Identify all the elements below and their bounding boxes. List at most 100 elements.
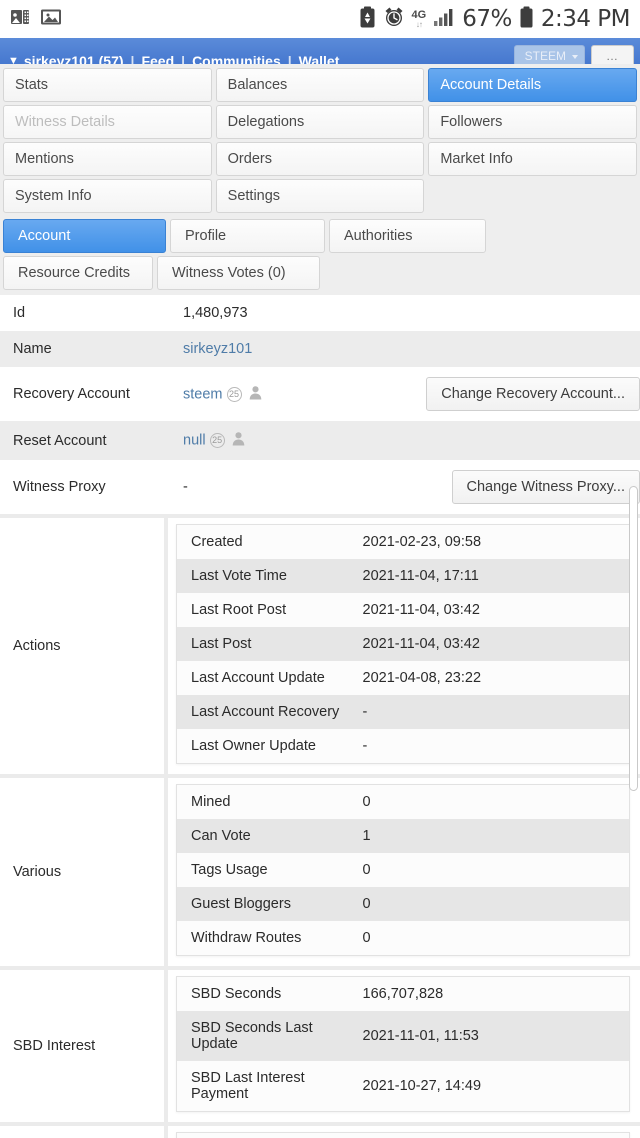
detail-group: Various Mined 0 Can Vote 1 Tags Usage 0 Guest B… bbox=[0, 774, 640, 966]
section-button-balances[interactable]: Balances bbox=[215, 68, 425, 102]
value-text: - bbox=[183, 479, 188, 495]
tab-account[interactable]: Account bbox=[3, 219, 166, 253]
table-row: Withdraw Routes 0 bbox=[176, 921, 630, 956]
row-key: Savings SBD Seconds bbox=[176, 1132, 349, 1138]
row-action-cell bbox=[306, 295, 640, 331]
android-status-bar: 4G ↓↑ 67% 2:34 PM bbox=[0, 0, 640, 38]
table-row: SBD Seconds 166,707,828 bbox=[176, 976, 630, 1011]
change-recovery-account-button[interactable]: Change Recovery Account... bbox=[426, 377, 640, 411]
section-button-market-info[interactable]: Market Info bbox=[428, 142, 637, 176]
row-key: Created bbox=[176, 524, 349, 559]
battery-percent-label: 67% bbox=[462, 6, 512, 32]
app-nav-bar: ▼ sirkeyz101 (57) | Feed | Communities |… bbox=[0, 38, 640, 64]
tab-witness-votes-0[interactable]: Witness Votes (0) bbox=[157, 256, 320, 290]
reputation-badge: 25 bbox=[226, 386, 242, 402]
table-row: Last Account Recovery - bbox=[176, 695, 630, 729]
row-key: Last Root Post bbox=[176, 593, 349, 627]
row-value: 2021-11-04, 03:42 bbox=[348, 627, 630, 661]
group-label: Savings bbox=[0, 1126, 168, 1138]
overflow-menu-button[interactable]: … bbox=[591, 45, 634, 64]
row-value: 0 bbox=[348, 784, 630, 819]
section-button-stats[interactable]: Stats bbox=[3, 68, 212, 102]
row-key: Last Account Recovery bbox=[176, 695, 349, 729]
network-arrows-icon: ↓↑ bbox=[415, 19, 423, 29]
row-value: 2021-02-23, 09:58 bbox=[348, 524, 630, 559]
group-table: SBD Seconds 166,707,828 SBD Seconds Last U… bbox=[176, 976, 630, 1112]
network-type-label: 4G bbox=[411, 8, 427, 21]
row-label: Name bbox=[0, 331, 170, 367]
table-row: Tags Usage 0 bbox=[176, 853, 630, 887]
detail-group: SBD Interest SBD Seconds 166,707,828 SBD Se… bbox=[0, 966, 640, 1122]
row-value: 2021-04-08, 23:22 bbox=[348, 661, 630, 695]
section-button-delegations[interactable]: Delegations bbox=[215, 105, 425, 139]
reputation-badge: 25 bbox=[209, 433, 225, 448]
group-body: Mined 0 Can Vote 1 Tags Usage 0 Guest Bloggers… bbox=[168, 778, 640, 966]
account-link[interactable]: steem bbox=[183, 386, 223, 402]
row-value: 0 bbox=[348, 1132, 630, 1138]
table-row: Last Account Update 2021-04-08, 23:22 bbox=[176, 661, 630, 695]
table-row: Can Vote 1 bbox=[176, 819, 630, 853]
chain-selector-dropdown[interactable]: STEEM bbox=[513, 45, 585, 64]
battery-saver-icon bbox=[359, 6, 376, 33]
row-key: Guest Bloggers bbox=[176, 887, 349, 921]
account-tab-strip: Account Profile Authorities Resource Credit… bbox=[0, 217, 640, 295]
section-button-witness-details: Witness Details bbox=[3, 105, 212, 139]
signal-bars-icon bbox=[433, 7, 455, 32]
chevron-down-icon[interactable]: ▼ bbox=[8, 55, 19, 64]
nav-link-wallet[interactable]: Wallet bbox=[299, 53, 340, 64]
table-row: Last Root Post 2021-11-04, 03:42 bbox=[176, 593, 630, 627]
row-key: SBD Last Interest Payment bbox=[176, 1061, 349, 1112]
row-key: Last Post bbox=[176, 627, 349, 661]
nav-links-group: ▼ sirkeyz101 (57) | Feed | Communities |… bbox=[0, 53, 339, 64]
vertical-scrollbar-thumb[interactable] bbox=[629, 486, 638, 791]
group-body: SBD Seconds 166,707,828 SBD Seconds Last U… bbox=[168, 970, 640, 1122]
nav-account-link[interactable]: sirkeyz101 (57) bbox=[24, 53, 124, 64]
section-button-mentions[interactable]: Mentions bbox=[3, 142, 212, 176]
table-row: Mined 0 bbox=[176, 784, 630, 819]
row-action-cell bbox=[306, 331, 640, 367]
row-value: steem 25 bbox=[170, 367, 307, 421]
row-value: 2021-11-04, 17:11 bbox=[348, 559, 630, 593]
detail-groups: Actions Created 2021-02-23, 09:58 Last Vote… bbox=[0, 514, 640, 1138]
table-row: Created 2021-02-23, 09:58 bbox=[176, 524, 630, 559]
nav-link-feed[interactable]: Feed bbox=[141, 53, 174, 64]
table-row: SBD Seconds Last Update 2021-11-01, 11:53 bbox=[176, 1011, 630, 1061]
status-bar-indicators: 4G ↓↑ 67% 2:34 PM bbox=[359, 6, 631, 33]
row-value: 166,707,828 bbox=[348, 976, 630, 1011]
value-text: 1,480,973 bbox=[183, 305, 248, 321]
table-row: Savings SBD Seconds0 bbox=[176, 1132, 630, 1138]
section-button-settings[interactable]: Settings bbox=[215, 179, 425, 213]
table-row: SBD Last Interest Payment 2021-10-27, 14:… bbox=[176, 1061, 630, 1112]
person-avatar-icon[interactable] bbox=[231, 431, 246, 450]
tab-authorities[interactable]: Authorities bbox=[329, 219, 486, 253]
section-button-placeholder bbox=[428, 179, 637, 213]
group-label: SBD Interest bbox=[0, 970, 168, 1122]
group-body: Created 2021-02-23, 09:58 Last Vote Time 20… bbox=[168, 518, 640, 774]
change-witness-proxy-button[interactable]: Change Witness Proxy... bbox=[451, 470, 640, 504]
row-action-cell: Change Witness Proxy... bbox=[306, 460, 640, 514]
tab-profile[interactable]: Profile bbox=[170, 219, 325, 253]
row-key: SBD Seconds Last Update bbox=[176, 1011, 349, 1061]
section-button-account-details[interactable]: Account Details bbox=[428, 68, 637, 102]
account-link[interactable]: sirkeyz101 bbox=[183, 341, 252, 357]
group-table: Savings SBD Seconds0Savings SBD Seconds … bbox=[176, 1132, 630, 1138]
person-avatar-icon[interactable] bbox=[248, 385, 263, 404]
image-gallery-icon bbox=[40, 7, 62, 32]
table-row: Guest Bloggers 0 bbox=[176, 887, 630, 921]
video-camera-icon bbox=[10, 7, 30, 32]
row-value: - bbox=[348, 695, 630, 729]
nav-link-communities[interactable]: Communities bbox=[192, 53, 281, 64]
section-button-followers[interactable]: Followers bbox=[428, 105, 637, 139]
network-type-indicator: 4G ↓↑ bbox=[411, 8, 427, 29]
row-action-cell: Change Recovery Account... bbox=[306, 367, 640, 421]
tab-resource-credits[interactable]: Resource Credits bbox=[3, 256, 153, 290]
row-key: Last Account Update bbox=[176, 661, 349, 695]
group-table: Mined 0 Can Vote 1 Tags Usage 0 Guest Bloggers… bbox=[176, 784, 630, 956]
section-button-system-info[interactable]: System Info bbox=[3, 179, 212, 213]
row-value: 2021-10-27, 14:49 bbox=[348, 1061, 630, 1112]
row-value: 2021-11-04, 03:42 bbox=[348, 593, 630, 627]
nav-separator-3: | bbox=[287, 53, 292, 64]
account-link[interactable]: null bbox=[183, 432, 206, 448]
section-button-orders[interactable]: Orders bbox=[215, 142, 425, 176]
row-label: Reset Account bbox=[0, 421, 170, 460]
